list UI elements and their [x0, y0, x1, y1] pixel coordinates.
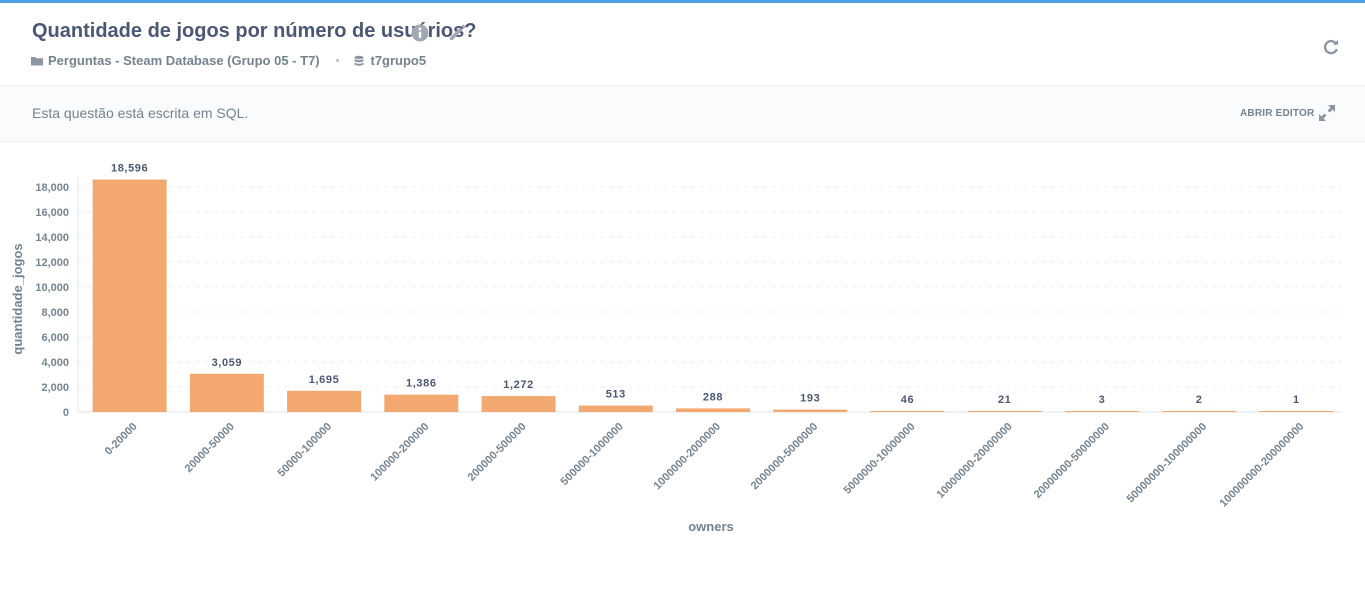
x-tick-label: 200000-500000: [466, 421, 529, 484]
x-tick-label: 50000-100000: [276, 421, 335, 480]
bar[interactable]: [92, 179, 167, 412]
bar[interactable]: [773, 409, 848, 412]
bar[interactable]: [189, 373, 264, 412]
bar-chart: 0 2,000 4,000 6,000 8,000 10,000 12,000 14,000 1…: [0, 141, 1365, 601]
y-tick-label: 10,000: [35, 282, 69, 294]
question-header: Quantidade de jogos por número de usuári…: [0, 3, 1365, 85]
y-tick-label: 16,000: [35, 207, 69, 219]
refresh-icon[interactable]: [1322, 38, 1340, 56]
y-tick-label: 14,000: [35, 232, 69, 244]
x-tick-label: 0-20000: [103, 421, 140, 458]
x-tick-label: 50000000-100000000: [1125, 421, 1210, 506]
x-tick-label: 100000000-200000000: [1218, 421, 1307, 510]
database-link[interactable]: t7grupo5: [370, 53, 426, 68]
sql-info-bar: Esta questão está escrita em SQL. ABRIR …: [0, 85, 1365, 142]
x-tick-label: 500000-1000000: [559, 421, 626, 488]
bar-value-label: 2: [1196, 394, 1203, 406]
y-tick-label: 12,000: [35, 257, 69, 269]
collection-link[interactable]: Perguntas - Steam Database (Grupo 05 - T…: [48, 53, 320, 68]
bar[interactable]: [287, 390, 362, 412]
breadcrumb-separator: •: [335, 54, 340, 67]
bar-value-label: 1,695: [309, 374, 340, 386]
bar-value-label: 46: [901, 394, 914, 406]
bar[interactable]: [676, 408, 750, 412]
breadcrumb: Perguntas - Steam Database (Grupo 05 - T…: [31, 53, 426, 68]
pencil-icon[interactable]: [447, 22, 468, 43]
bar-value-label: 193: [800, 393, 820, 405]
y-tick-label: 8,000: [41, 307, 69, 319]
sql-notice: Esta questão está escrita em SQL.: [32, 105, 249, 121]
bar[interactable]: [1064, 411, 1139, 412]
y-tick-label: 18,000: [35, 182, 69, 194]
open-editor-button[interactable]: ABRIR EDITOR: [1240, 108, 1314, 119]
x-tick-label: 2000000-5000000: [749, 421, 821, 493]
x-tick-label: 20000-50000: [183, 421, 237, 475]
bar[interactable]: [1162, 411, 1237, 412]
bar-value-label: 21: [998, 394, 1011, 406]
chart-canvas: 0 2,000 4,000 6,000 8,000 10,000 12,000 14,000 1…: [10, 163, 1342, 534]
x-axis-title: owners: [688, 519, 734, 534]
y-tick-label: 0: [63, 407, 69, 419]
bar[interactable]: [1259, 411, 1334, 412]
bar[interactable]: [870, 411, 945, 412]
folder-icon: [31, 55, 43, 67]
bar-value-label: 3: [1099, 394, 1106, 406]
bar-value-label: 288: [703, 391, 723, 403]
x-tick-label: 20000000-50000000: [1032, 421, 1112, 501]
bar-value-label: 1: [1293, 394, 1300, 406]
bar[interactable]: [481, 396, 556, 412]
bar-value-label: 18,596: [111, 163, 148, 175]
y-tick-label: 6,000: [41, 332, 69, 344]
y-tick-label: 2,000: [41, 382, 69, 394]
expand-icon[interactable]: [1317, 103, 1337, 123]
info-icon[interactable]: [411, 24, 429, 42]
bar-value-label: 1,272: [503, 379, 534, 391]
bar-value-label: 513: [606, 389, 626, 401]
database-icon: [353, 55, 365, 67]
bar-value-label: 3,059: [212, 357, 243, 369]
page-title: Quantidade de jogos por número de usuári…: [32, 20, 477, 42]
x-tick-label: 100000-200000: [368, 421, 431, 484]
bar[interactable]: [384, 394, 459, 412]
bar-value-label: 1,386: [406, 378, 437, 390]
y-axis-title: quantidade_jogos: [10, 243, 25, 354]
bar[interactable]: [578, 405, 653, 412]
x-tick-label: 10000000-20000000: [935, 421, 1015, 501]
bar[interactable]: [967, 411, 1042, 412]
y-tick-label: 4,000: [41, 357, 69, 369]
x-tick-label: 5000000-10000000: [842, 421, 918, 497]
x-tick-label: 1000000-2000000: [651, 421, 723, 493]
